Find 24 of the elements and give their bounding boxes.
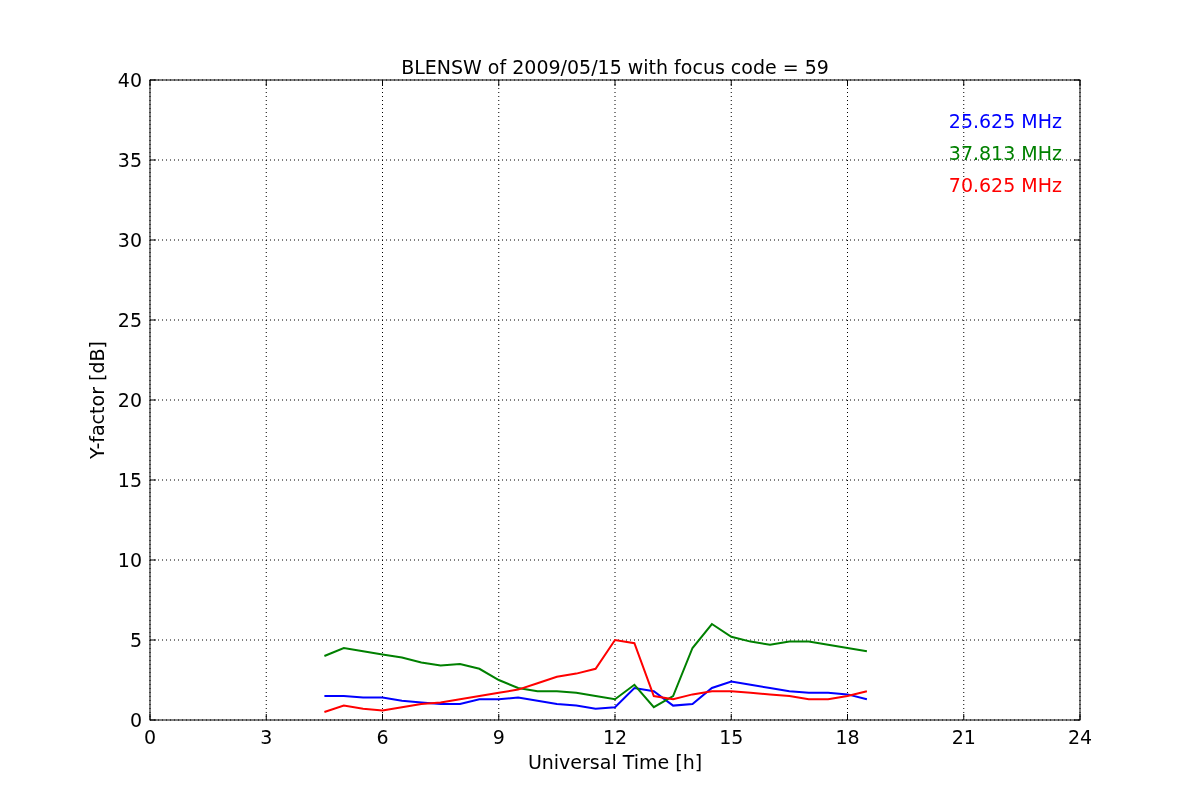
legend-label: 37.813 MHz	[948, 142, 1062, 164]
x-tick-label: 9	[492, 726, 505, 748]
x-tick-label: 0	[143, 726, 157, 748]
x-tick-label: 21	[951, 726, 976, 748]
x-axis-label: Universal Time [h]	[527, 751, 703, 773]
y-tick-label: 40	[117, 69, 142, 91]
y-tick-label: 10	[117, 549, 142, 571]
y-tick-label: 0	[129, 709, 142, 731]
y-axis-label: Y-factor [dB]	[86, 341, 108, 459]
y-tick-label: 25	[117, 309, 142, 331]
x-tick-label: 6	[376, 726, 389, 748]
legend-label: 25.625 MHz	[948, 110, 1062, 132]
y-tick-label: 5	[129, 629, 142, 651]
x-tick-label: 24	[1067, 726, 1093, 748]
y-tick-label: 35	[117, 149, 142, 171]
legend-label: 70.625 MHz	[948, 174, 1062, 196]
x-tick-label: 12	[602, 726, 628, 748]
y-tick-label: 30	[117, 229, 142, 251]
y-tick-label: 15	[117, 469, 142, 491]
chart-title: BLENSW of 2009/05/15 with focus code = 59	[401, 56, 829, 78]
x-tick-label: 15	[719, 726, 744, 748]
x-tick-label: 3	[260, 726, 273, 748]
y-tick-label: 20	[117, 389, 142, 411]
x-tick-label: 18	[835, 726, 860, 748]
